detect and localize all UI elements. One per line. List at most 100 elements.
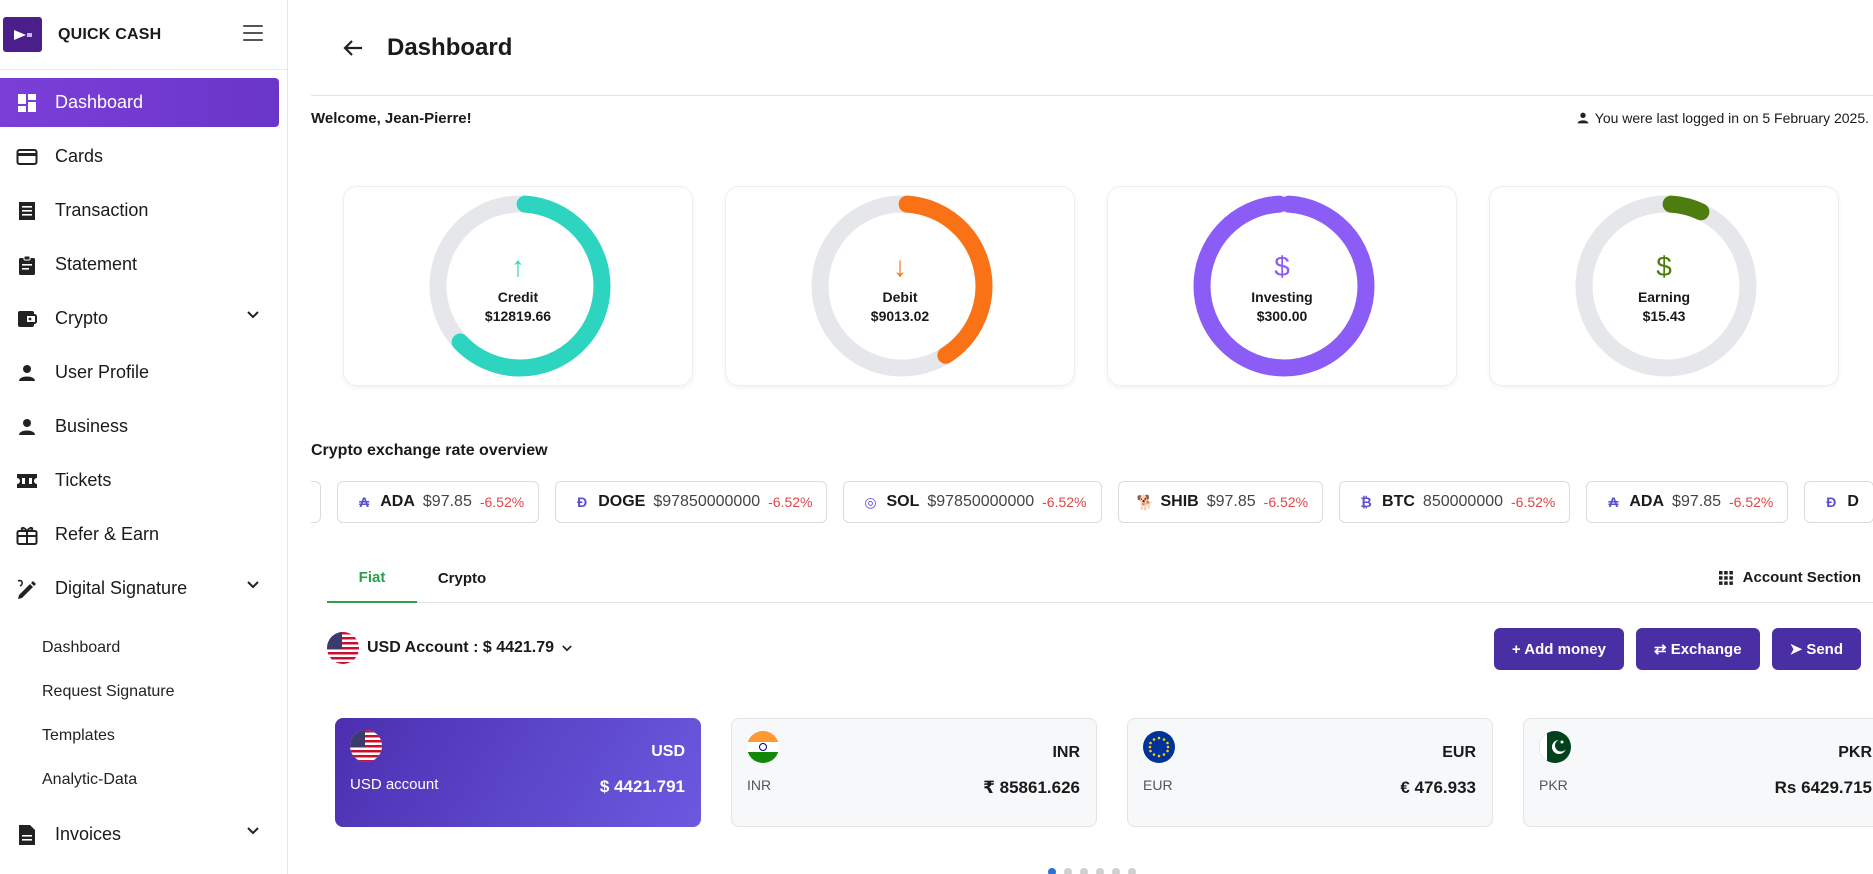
ada-icon: ₳ bbox=[1608, 494, 1619, 510]
welcome-row: Welcome, Jean-Pierre! You were last logg… bbox=[311, 96, 1873, 140]
account-section-link[interactable]: Account Section bbox=[1718, 569, 1861, 586]
account-balance: € 476.933 bbox=[1400, 778, 1476, 797]
account-select[interactable]: USD Account : $ 4421.79 bbox=[327, 632, 572, 664]
chevron-down-icon[interactable] bbox=[247, 581, 259, 589]
carousel-dot[interactable] bbox=[1112, 868, 1120, 874]
stat-value: $9013.02 bbox=[870, 307, 930, 324]
ticker-item-doge[interactable]: Ð D bbox=[1804, 481, 1873, 523]
stat-value: $15.43 bbox=[1642, 307, 1686, 324]
account-code: PKR bbox=[1838, 744, 1872, 761]
sidebar-item-dashboard[interactable]: Dashboard bbox=[0, 78, 279, 127]
chevron-down-icon[interactable] bbox=[247, 311, 259, 319]
stat-label: Credit bbox=[497, 288, 539, 305]
sidebar-item-crypto[interactable]: Crypto bbox=[0, 294, 279, 343]
ticker-item[interactable]: 2% bbox=[311, 481, 322, 523]
last-login-text: You were last logged in on 5 February 20… bbox=[1594, 110, 1869, 126]
dashboard-icon bbox=[16, 92, 38, 114]
document-icon bbox=[16, 824, 38, 846]
sidebar-item-label: User Profile bbox=[55, 362, 150, 382]
stat-value: $300.00 bbox=[1256, 307, 1308, 324]
crypto-ticker: 2% ₳ ADA $97.85 -6.52% Ð DOGE $978500000… bbox=[311, 481, 1873, 523]
dollar-icon: $ bbox=[1274, 250, 1290, 282]
sidebar-item-label: Crypto bbox=[55, 308, 109, 328]
carousel-dot[interactable] bbox=[1096, 868, 1104, 874]
chevron-down-icon[interactable] bbox=[247, 827, 259, 835]
gift-icon bbox=[16, 524, 38, 546]
stat-label: Debit bbox=[882, 288, 918, 305]
btc-icon: ₿ bbox=[1360, 494, 1372, 510]
sidebar-item-user-profile[interactable]: User Profile bbox=[0, 348, 279, 397]
brand-name: QUICK CASH bbox=[58, 25, 162, 43]
account-card-usd[interactable]: USD USD account $ 4421.791 bbox=[335, 718, 701, 827]
ticker-item-ada[interactable]: ₳ ADA $97.85 -6.52% bbox=[1586, 481, 1789, 523]
sidebar-item-statement[interactable]: Statement bbox=[0, 240, 279, 289]
sidebar-item-business[interactable]: Business bbox=[0, 402, 279, 451]
account-name: EUR bbox=[1143, 777, 1173, 793]
submenu-item-request-signature[interactable]: Request Signature bbox=[0, 670, 287, 714]
sidebar-item-digital-signature[interactable]: Digital Signature bbox=[0, 564, 279, 613]
account-cards: USD USD account $ 4421.791 INR INR ₹ 858… bbox=[335, 718, 1873, 830]
tab-crypto[interactable]: Crypto bbox=[417, 555, 507, 603]
ticker-item-btc[interactable]: ₿ BTC 850000000 -6.52% bbox=[1339, 481, 1571, 523]
dollar-icon: $ bbox=[1656, 250, 1672, 282]
sol-icon: ◎ bbox=[864, 493, 877, 510]
sidebar-item-cards[interactable]: Cards bbox=[0, 132, 279, 181]
add-money-button[interactable]: + Add money bbox=[1493, 628, 1624, 670]
account-actions: + Add money ⇄ Exchange ➤ Send bbox=[1493, 628, 1861, 670]
chevron-down-icon bbox=[562, 644, 572, 651]
pakistan-flag-icon bbox=[1539, 731, 1571, 763]
sidebar-item-invoices[interactable]: Invoices bbox=[0, 810, 279, 859]
carousel-dot[interactable] bbox=[1128, 868, 1136, 874]
carousel-dot[interactable] bbox=[1080, 868, 1088, 874]
submenu-item-templates[interactable]: Templates bbox=[0, 714, 287, 758]
sidebar-nav: Dashboard Cards Transaction Statement Cr… bbox=[0, 70, 287, 859]
stat-label: Investing bbox=[1251, 288, 1313, 305]
submenu-item-analytic-data[interactable]: Analytic-Data bbox=[0, 758, 287, 802]
stats-row: ↑ Credit $12819.66 ↓ Debit $9013.02 $ In… bbox=[343, 186, 1839, 386]
person-icon bbox=[1577, 112, 1589, 124]
us-flag-icon bbox=[327, 632, 359, 664]
sidebar-item-label: Invoices bbox=[55, 824, 122, 844]
carousel-dot[interactable] bbox=[1064, 868, 1072, 874]
sidebar-item-transaction[interactable]: Transaction bbox=[0, 186, 279, 235]
ticker-item-ada[interactable]: ₳ ADA $97.85 -6.52% bbox=[337, 481, 540, 523]
crypto-section-title: Crypto exchange rate overview bbox=[311, 442, 548, 459]
submenu-item-dashboard[interactable]: Dashboard bbox=[0, 626, 287, 670]
account-code: USD bbox=[651, 743, 685, 760]
ticker-item-sol[interactable]: ◎ SOL $97850000000 -6.52% bbox=[843, 481, 1102, 523]
carousel-dots bbox=[1048, 868, 1136, 874]
account-card-pkr[interactable]: PKR PKR Rs 6429.715 bbox=[1523, 718, 1873, 827]
send-button[interactable]: ➤ Send bbox=[1771, 628, 1861, 670]
account-code: INR bbox=[1052, 744, 1080, 761]
back-arrow-icon[interactable] bbox=[343, 36, 367, 60]
arrow-up-icon: ↑ bbox=[511, 250, 525, 282]
account-balance: $ 4421.791 bbox=[599, 777, 685, 796]
ticker-track: 2% ₳ ADA $97.85 -6.52% Ð DOGE $978500000… bbox=[311, 481, 1873, 523]
tab-fiat[interactable]: Fiat bbox=[327, 555, 417, 603]
carousel-dot[interactable] bbox=[1048, 868, 1056, 874]
stat-card-earning: $ Earning $15.43 bbox=[1489, 186, 1839, 386]
exchange-button[interactable]: ⇄ Exchange bbox=[1635, 628, 1760, 670]
sidebar-item-refer-earn[interactable]: Refer & Earn bbox=[0, 510, 279, 559]
account-card-eur[interactable]: EUR EUR € 476.933 bbox=[1127, 718, 1493, 827]
sidebar-item-tickets[interactable]: Tickets bbox=[0, 456, 279, 505]
clipboard-icon bbox=[16, 254, 38, 276]
brand: QUICK CASH bbox=[0, 0, 287, 70]
sidebar-item-label: Business bbox=[55, 416, 129, 436]
menu-toggle-icon[interactable] bbox=[243, 25, 263, 41]
doge-icon: Ð bbox=[577, 494, 588, 510]
wallet-icon bbox=[16, 308, 38, 330]
account-tabs: Fiat Crypto Account Section bbox=[327, 555, 1873, 603]
sidebar-item-label: Tickets bbox=[55, 470, 112, 490]
sidebar-item-label: Dashboard bbox=[55, 92, 144, 112]
account-name: USD account bbox=[350, 776, 439, 793]
stat-label: Earning bbox=[1637, 288, 1691, 305]
shib-icon: 🐕 bbox=[1136, 493, 1154, 510]
account-name: PKR bbox=[1539, 777, 1568, 793]
account-balance: ₹ 85861.626 bbox=[983, 778, 1080, 797]
ticker-item-shib[interactable]: 🐕 SHIB $97.85 -6.52% bbox=[1117, 481, 1324, 523]
app-logo[interactable] bbox=[3, 17, 42, 52]
sidebar-item-label: Statement bbox=[55, 254, 138, 274]
account-card-inr[interactable]: INR INR ₹ 85861.626 bbox=[731, 718, 1097, 827]
ticker-item-doge[interactable]: Ð DOGE $97850000000 -6.52% bbox=[555, 481, 828, 523]
